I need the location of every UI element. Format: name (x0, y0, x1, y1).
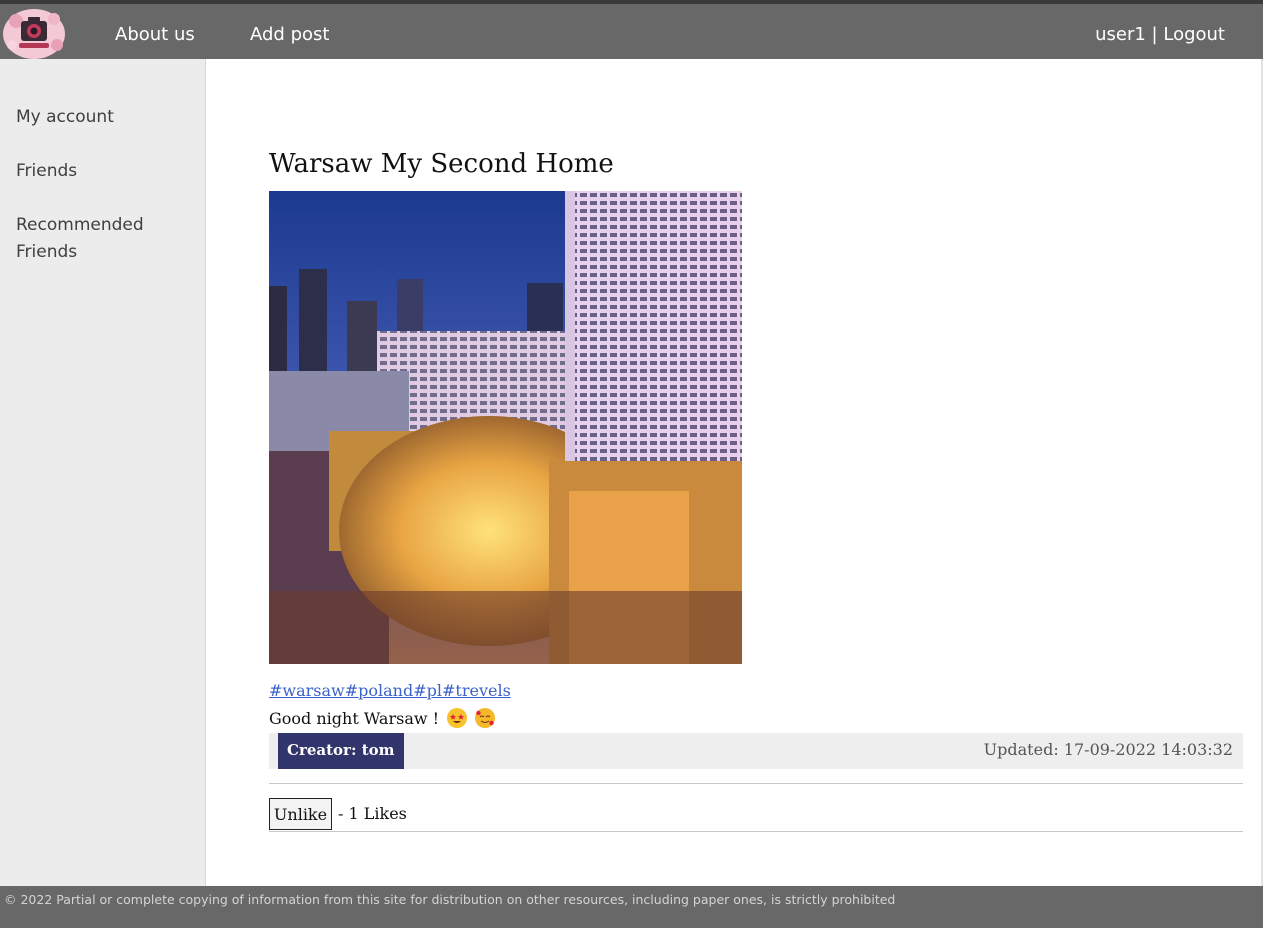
smiling-face-with-hearts-emoji-icon (475, 708, 496, 728)
post-caption: Good night Warsaw ! (269, 708, 496, 728)
logout-link[interactable]: Logout (1163, 24, 1225, 45)
star-struck-emoji-icon (447, 708, 468, 728)
top-navbar: About us Add post user1 | Logout (0, 4, 1263, 59)
sidebar-item-recommended-friends[interactable]: Recommended Friends (16, 212, 186, 266)
likes-count: - 1 Likes (338, 804, 407, 823)
nav-about-us-link[interactable]: About us (115, 4, 195, 59)
camera-logo-icon[interactable] (2, 7, 66, 59)
sidebar-item-friends[interactable]: Friends (16, 158, 186, 185)
updated-timestamp: Updated: 17-09-2022 14:03:32 (983, 740, 1233, 759)
warsaw-city-photo (269, 191, 742, 664)
divider (269, 783, 1243, 784)
username-link[interactable]: user1 (1095, 24, 1146, 45)
post-hashtags-link[interactable]: #warsaw#poland#pl#trevels (269, 681, 511, 700)
copyright-text: © 2022 Partial or complete copying of in… (4, 892, 896, 907)
caption-text: Good night Warsaw ! (269, 709, 440, 728)
sidebar-item-my-account[interactable]: My account (16, 104, 186, 131)
sidebar: My account Friends Recommended Friends (0, 59, 206, 886)
post-meta-bar: Creator: tom Updated: 17-09-2022 14:03:3… (269, 733, 1243, 769)
post-title: Warsaw My Second Home (269, 149, 614, 179)
creator-badge[interactable]: Creator: tom (278, 733, 404, 769)
footer: © 2022 Partial or complete copying of in… (0, 886, 1263, 928)
divider (269, 831, 1243, 832)
separator: | (1151, 24, 1158, 45)
user-menu: user1 | Logout (1095, 4, 1225, 59)
nav-add-post-link[interactable]: Add post (250, 4, 329, 59)
unlike-button[interactable]: Unlike (269, 798, 332, 830)
